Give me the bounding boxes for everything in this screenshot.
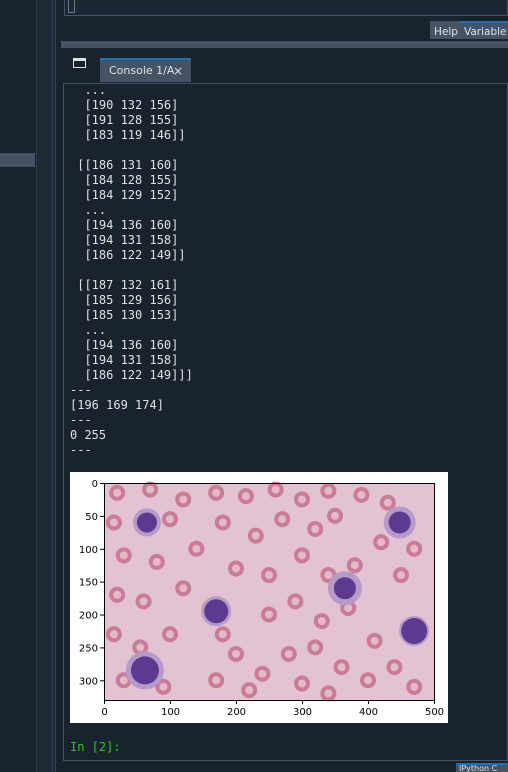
y-tick-label: 300 [79,676,98,687]
red-blood-cell-center [377,538,386,547]
red-blood-cell-center [166,630,174,639]
red-blood-cell-center [152,557,161,566]
red-blood-cell-center [192,544,201,553]
red-blood-cell-center [364,676,372,685]
red-blood-cell-center [212,488,221,497]
x-tick-label: 300 [293,707,312,718]
y-tick-label: 200 [79,611,98,622]
x-tick-label: 400 [359,707,378,718]
close-icon[interactable]: × [173,60,183,82]
red-blood-cell-center [265,571,273,580]
red-blood-cell-center [136,643,145,652]
x-axis-ticks: 0 100 200 300 400 500 [101,700,444,718]
red-blood-cell-center [113,590,122,599]
x-tick-label: 100 [161,707,180,718]
red-blood-cell-center [317,617,326,626]
red-blood-cell-center [370,636,379,645]
console-output: ... [190 132 156] [191 128 155] [183 119… [70,83,193,457]
red-blood-cell-center [324,571,333,580]
red-blood-cell-center [179,584,188,593]
red-blood-cell-center [298,679,306,688]
cell-nucleus [204,599,229,624]
red-blood-cell-center [324,486,333,495]
y-tick-label: 0 [92,479,98,490]
image-plot-svg: 0 100 200 300 400 500 0 50 100 150 200 250 300 [79,479,444,718]
red-blood-cell-center [350,561,359,570]
window-icon[interactable] [73,58,86,68]
red-blood-cell-center [166,515,174,524]
red-blood-cell-center [212,676,221,685]
red-blood-cell-center [311,525,320,534]
y-axis-ticks: 0 50 100 150 200 250 300 [79,479,104,687]
red-blood-cell-center [265,610,273,619]
red-blood-cell-center [311,643,320,652]
cell-nucleus [130,656,159,685]
resize-grip-icon[interactable] [68,0,75,13]
red-blood-cell-center [139,597,148,606]
horizontal-splitter[interactable] [61,41,508,48]
top-pane-widget[interactable] [64,0,508,16]
red-blood-cell-center [241,492,250,501]
cell-nucleus [388,511,411,534]
red-blood-cell-center [331,511,339,520]
red-blood-cell-center [410,544,419,553]
cell-nucleus [333,577,356,600]
console-tab-label: Console 1/A [109,64,175,77]
left-panel [0,0,36,772]
red-blood-cell-center [258,669,267,678]
vertical-splitter[interactable] [36,0,51,772]
x-tick-label: 200 [227,707,246,718]
input-prompt[interactable]: In [2]: [70,740,121,754]
red-blood-cell-center [179,495,188,504]
red-blood-cell-center [298,495,306,504]
red-blood-cell-center [397,571,405,580]
tab-help[interactable]: Help [430,21,462,39]
red-blood-cell-center [113,488,122,497]
y-tick-label: 100 [79,545,98,556]
y-tick-label: 150 [79,578,98,589]
red-blood-cell-center [390,663,399,672]
left-panel-selected-row[interactable] [0,153,35,167]
red-blood-cell-center [357,490,366,499]
red-blood-cell-center [298,551,306,560]
red-blood-cell-center [383,498,392,507]
red-blood-cell-center [245,686,254,695]
y-tick-label: 50 [85,512,98,523]
red-blood-cell-center [232,649,240,658]
red-blood-cell-center [218,518,227,527]
red-blood-cell-center [218,630,227,639]
image-plot: 0 100 200 300 400 500 0 50 100 150 200 250 300 [70,472,448,723]
x-tick-label: 500 [425,707,444,718]
tab-variable-explorer[interactable]: Variable E [460,21,508,39]
red-blood-cell-center [271,485,280,494]
red-blood-cell-center [410,682,419,691]
red-blood-cell-center [146,485,155,494]
cell-nucleus [136,512,157,533]
y-tick-label: 250 [79,643,98,654]
red-blood-cell-center [119,551,128,560]
x-tick-label: 0 [101,707,107,718]
tab-console[interactable]: Console 1/A × [100,58,191,82]
cell-nucleus [401,617,428,644]
red-blood-cell-center [109,630,118,639]
red-blood-cell-center [337,663,346,672]
red-blood-cell-center [119,676,128,685]
splitter-line [51,0,54,772]
red-blood-cell-center [278,515,287,524]
red-blood-cell-center [109,518,118,527]
red-blood-cell-center [159,682,168,691]
red-blood-cell-center [232,564,240,573]
red-blood-cell-center [291,597,300,606]
tab-ipython-console[interactable]: IPython C [456,763,508,772]
red-blood-cell-center [251,531,260,540]
red-blood-cell-center [324,689,333,698]
red-blood-cell-center [284,649,293,658]
